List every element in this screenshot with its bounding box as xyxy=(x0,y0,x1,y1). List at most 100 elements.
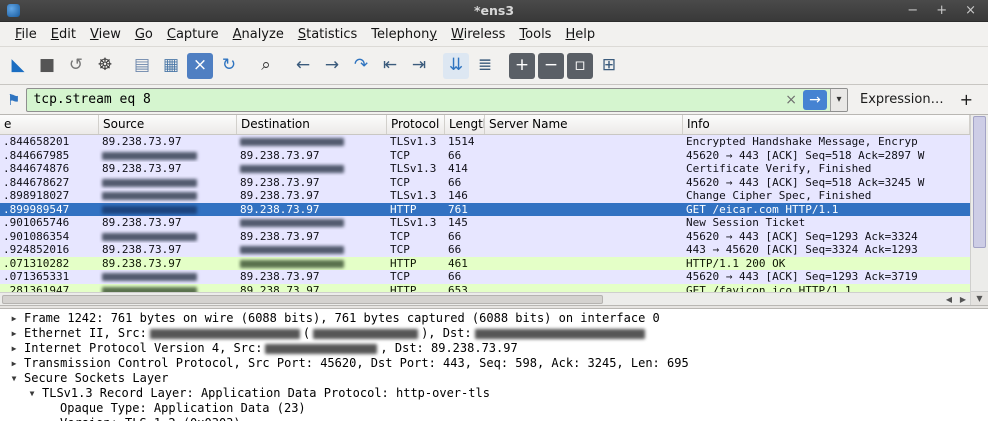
column-header-length[interactable]: Length xyxy=(445,115,485,134)
column-header-source[interactable]: Source xyxy=(99,115,237,134)
packet-details-pane: ▶Frame 1242: 761 bytes on wire (6088 bit… xyxy=(0,309,988,421)
menu-view[interactable]: View xyxy=(83,24,128,45)
cell-length: 66 xyxy=(445,270,485,284)
vertical-scrollbar-thumb[interactable] xyxy=(973,116,986,248)
detail-line[interactable]: ▶Internet Protocol Version 4, Src: , Dst… xyxy=(0,341,988,356)
collapsed-arrow-icon[interactable]: ▶ xyxy=(8,356,20,371)
maximize-button[interactable]: + xyxy=(936,3,947,18)
packet-row[interactable]: .84466798589.238.73.97TCP6645620 → 443 [… xyxy=(0,149,970,163)
apply-filter-icon[interactable]: → xyxy=(803,90,827,110)
detail-line[interactable]: ▶Ethernet II, Src: (), Dst: xyxy=(0,326,988,341)
cell-time: .901065746 xyxy=(0,216,99,230)
scroll-right-icon[interactable]: ▶ xyxy=(956,295,970,304)
cell-time: .844678627 xyxy=(0,176,99,190)
collapsed-arrow-icon[interactable]: ▶ xyxy=(8,341,20,356)
filter-input[interactable] xyxy=(27,92,779,107)
start-capture-icon[interactable]: ◣ xyxy=(5,53,31,79)
menu-help[interactable]: Help xyxy=(558,24,602,45)
bookmark-icon[interactable]: ⚑ xyxy=(7,91,20,109)
cell-server-name xyxy=(485,162,683,176)
restart-capture-icon[interactable]: ↺ xyxy=(63,53,89,79)
cell-length: 653 xyxy=(445,284,485,293)
column-header-info[interactable]: Info xyxy=(683,115,970,134)
expanded-arrow-icon[interactable]: ▼ xyxy=(8,371,20,386)
cell-source xyxy=(99,270,237,284)
menu-telephony[interactable]: Telephony xyxy=(364,24,444,45)
packet-row[interactable]: .28136194789.238.73.97HTTP653GET /favico… xyxy=(0,284,970,293)
collapsed-arrow-icon[interactable]: ▶ xyxy=(8,326,20,341)
close-button[interactable]: × xyxy=(965,3,976,18)
vertical-scrollbar[interactable]: ▼ xyxy=(970,115,988,305)
back-arrow-icon[interactable]: ← xyxy=(290,53,316,79)
column-header-protocol[interactable]: Protocol xyxy=(387,115,445,134)
last-packet-icon[interactable]: ⇥ xyxy=(406,53,432,79)
redacted-text xyxy=(240,260,344,268)
detail-line[interactable]: ▼TLSv1.3 Record Layer: Application Data … xyxy=(0,386,988,401)
detail-line[interactable]: ▼Secure Sockets Layer xyxy=(0,371,988,386)
minimize-button[interactable]: − xyxy=(907,3,918,18)
forward-arrow-icon[interactable]: → xyxy=(319,53,345,79)
packet-row[interactable]: .89891802789.238.73.97TLSv1.3146Change C… xyxy=(0,189,970,203)
add-filter-button[interactable]: + xyxy=(958,90,981,109)
find-packet-icon[interactable]: ⌕ xyxy=(253,53,279,79)
column-header-server_name[interactable]: Server Name xyxy=(485,115,683,134)
packet-row[interactable]: .07131028289.238.73.97HTTP461HTTP/1.1 20… xyxy=(0,257,970,271)
detail-line[interactable]: Opaque Type: Application Data (23) xyxy=(0,401,988,416)
zoom-in-icon[interactable]: + xyxy=(509,53,535,79)
save-file-icon[interactable]: ▦ xyxy=(158,53,184,79)
packet-row[interactable]: .84467487689.238.73.97TLSv1.3414Certific… xyxy=(0,162,970,176)
cell-server-name xyxy=(485,270,683,284)
clear-filter-icon[interactable]: × xyxy=(779,92,803,108)
menu-tools[interactable]: Tools xyxy=(512,24,558,45)
detail-line[interactable]: ▶Frame 1242: 761 bytes on wire (6088 bit… xyxy=(0,311,988,326)
menu-capture[interactable]: Capture xyxy=(160,24,226,45)
packet-row[interactable]: .07136533189.238.73.97TCP6645620 → 443 [… xyxy=(0,270,970,284)
column-header-destination[interactable]: Destination xyxy=(237,115,387,134)
menu-edit[interactable]: Edit xyxy=(44,24,83,45)
column-header-time[interactable]: e xyxy=(0,115,99,134)
reload-file-icon[interactable]: ↻ xyxy=(216,53,242,79)
packet-row[interactable]: .89998954789.238.73.97HTTP761GET /eicar.… xyxy=(0,203,970,217)
capture-options-icon[interactable]: ☸ xyxy=(92,53,118,79)
cell-server-name xyxy=(485,176,683,190)
packet-row[interactable]: .90108635489.238.73.97TCP6645620 → 443 [… xyxy=(0,230,970,244)
cell-time: .844667985 xyxy=(0,149,99,163)
expanded-arrow-icon[interactable]: ▼ xyxy=(26,386,38,401)
titlebar[interactable]: *ens3 − + × xyxy=(0,0,988,22)
cell-destination: 89.238.73.97 xyxy=(237,176,387,190)
expression-button[interactable]: Expression… xyxy=(854,92,952,107)
menu-analyze[interactable]: Analyze xyxy=(226,24,291,45)
toolbar-group: ←→↷⇤⇥ xyxy=(290,53,432,79)
resize-columns-icon[interactable]: ⊞ xyxy=(596,53,622,79)
detail-line[interactable]: Version: TLS 1.2 (0x0303) xyxy=(0,416,988,421)
detail-line[interactable]: ▶Transmission Control Protocol, Src Port… xyxy=(0,356,988,371)
open-file-icon[interactable]: ▤ xyxy=(129,53,155,79)
zoom-out-icon[interactable]: − xyxy=(538,53,564,79)
scroll-left-icon[interactable]: ◀ xyxy=(942,295,956,304)
packet-row[interactable]: .90106574689.238.73.97TLSv1.3145New Sess… xyxy=(0,216,970,230)
cell-time: .844658201 xyxy=(0,135,99,149)
vertical-scrollbar-track[interactable] xyxy=(971,248,988,291)
packet-row[interactable]: .84467862789.238.73.97TCP6645620 → 443 [… xyxy=(0,176,970,190)
close-file-icon[interactable]: × xyxy=(187,53,213,79)
horizontal-scrollbar-thumb[interactable] xyxy=(2,295,603,304)
menu-go[interactable]: Go xyxy=(128,24,160,45)
menu-wireless[interactable]: Wireless xyxy=(444,24,512,45)
autoscroll-icon[interactable]: ⇊ xyxy=(443,53,469,79)
scroll-down-icon[interactable]: ▼ xyxy=(971,291,988,305)
stop-capture-icon[interactable]: ■ xyxy=(34,53,60,79)
packet-row[interactable]: .92485201689.238.73.97TCP66443 → 45620 [… xyxy=(0,243,970,257)
colorize-icon[interactable]: ≣ xyxy=(472,53,498,79)
menu-file[interactable]: File xyxy=(8,24,44,45)
normal-size-icon[interactable]: ▫ xyxy=(567,53,593,79)
horizontal-scrollbar[interactable]: ◀ ▶ xyxy=(0,292,970,305)
cell-destination xyxy=(237,216,387,230)
goto-packet-icon[interactable]: ↷ xyxy=(348,53,374,79)
window-title: *ens3 xyxy=(0,3,988,18)
cell-destination xyxy=(237,257,387,271)
first-packet-icon[interactable]: ⇤ xyxy=(377,53,403,79)
filter-dropdown-icon[interactable]: ▾ xyxy=(830,89,847,111)
collapsed-arrow-icon[interactable]: ▶ xyxy=(8,311,20,326)
packet-row[interactable]: .84465820189.238.73.97TLSv1.31514Encrypt… xyxy=(0,135,970,149)
menu-statistics[interactable]: Statistics xyxy=(291,24,364,45)
